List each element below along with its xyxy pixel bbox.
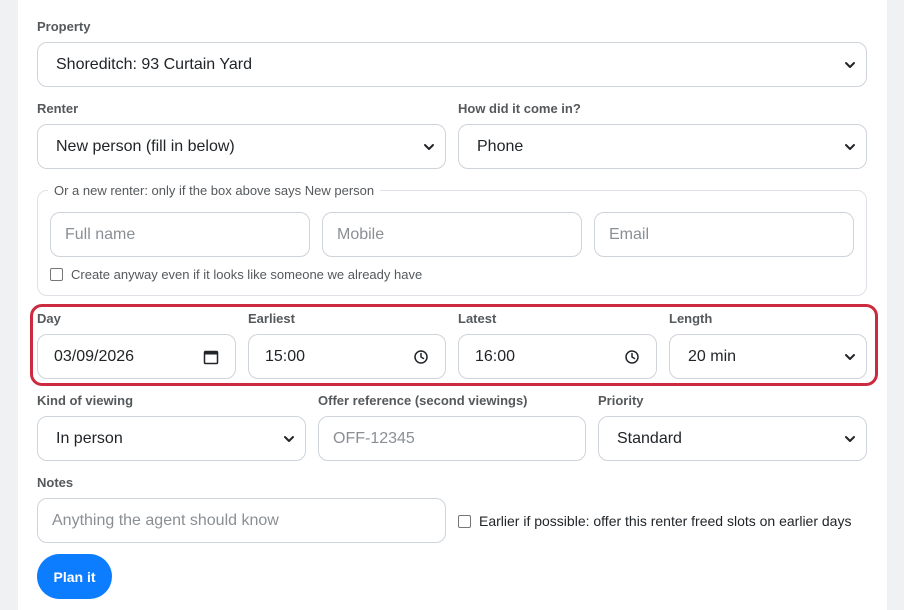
kind-label: Kind of viewing — [37, 393, 134, 408]
renter-label: Renter — [37, 101, 79, 116]
plan-it-button[interactable]: Plan it — [37, 554, 112, 599]
earlier-checkbox[interactable] — [458, 514, 471, 528]
notes-placeholder: Anything the agent should know — [52, 511, 279, 529]
create-anyway-label: Create anyway even if it looks like some… — [71, 267, 423, 282]
property-label: Property — [37, 19, 91, 34]
offer-input[interactable]: OFF-12345 — [318, 416, 586, 461]
full-name-placeholder: Full name — [65, 225, 136, 243]
clock-icon[interactable] — [624, 349, 640, 365]
kind-select[interactable]: In person — [37, 416, 306, 461]
property-value: Shoreditch: 93 Curtain Yard — [56, 55, 252, 73]
property-select[interactable]: Shoreditch: 93 Curtain Yard — [37, 42, 867, 87]
chevron-down-icon — [284, 435, 294, 442]
day-input[interactable]: 03/09/2026 — [37, 334, 236, 379]
chevron-down-icon — [845, 143, 855, 150]
length-label: Length — [669, 311, 713, 326]
chevron-down-icon — [845, 435, 855, 442]
calendar-icon[interactable] — [203, 349, 219, 365]
renter-select[interactable]: New person (fill in below) — [37, 124, 446, 169]
offer-placeholder: OFF-12345 — [333, 429, 415, 447]
earliest-label: Earliest — [248, 311, 295, 326]
earlier-label: Earlier if possible: offer this renter f… — [479, 513, 852, 529]
earliest-input[interactable]: 15:00 — [248, 334, 446, 379]
full-name-input[interactable]: Full name — [50, 212, 310, 257]
email-input[interactable]: Email — [594, 212, 854, 257]
kind-value: In person — [56, 429, 123, 447]
mobile-input[interactable]: Mobile — [322, 212, 582, 257]
priority-label: Priority — [598, 393, 644, 408]
length-select[interactable]: 20 min — [669, 334, 867, 379]
chevron-down-icon — [845, 61, 855, 68]
mobile-placeholder: Mobile — [337, 225, 385, 243]
earlier-option[interactable]: Earlier if possible: offer this renter f… — [458, 513, 851, 529]
create-anyway-option[interactable]: Create anyway even if it looks like some… — [50, 267, 422, 282]
renter-value: New person (fill in below) — [56, 137, 235, 155]
new-renter-legend: Or a new renter: only if the box above s… — [48, 183, 381, 198]
notes-label: Notes — [37, 475, 74, 490]
notes-input[interactable]: Anything the agent should know — [37, 498, 446, 543]
source-value: Phone — [477, 137, 524, 155]
create-anyway-checkbox[interactable] — [50, 268, 63, 281]
source-label: How did it come in? — [458, 101, 581, 116]
latest-label: Latest — [458, 311, 497, 326]
priority-value: Standard — [617, 429, 682, 447]
priority-select[interactable]: Standard — [598, 416, 867, 461]
chevron-down-icon — [845, 353, 855, 360]
latest-input[interactable]: 16:00 — [458, 334, 657, 379]
clock-icon[interactable] — [413, 349, 429, 365]
email-placeholder: Email — [609, 225, 650, 243]
chevron-down-icon — [424, 143, 434, 150]
source-select[interactable]: Phone — [458, 124, 867, 169]
day-label: Day — [37, 311, 61, 326]
length-value: 20 min — [688, 347, 737, 365]
offer-label: Offer reference (second viewings) — [318, 393, 528, 408]
